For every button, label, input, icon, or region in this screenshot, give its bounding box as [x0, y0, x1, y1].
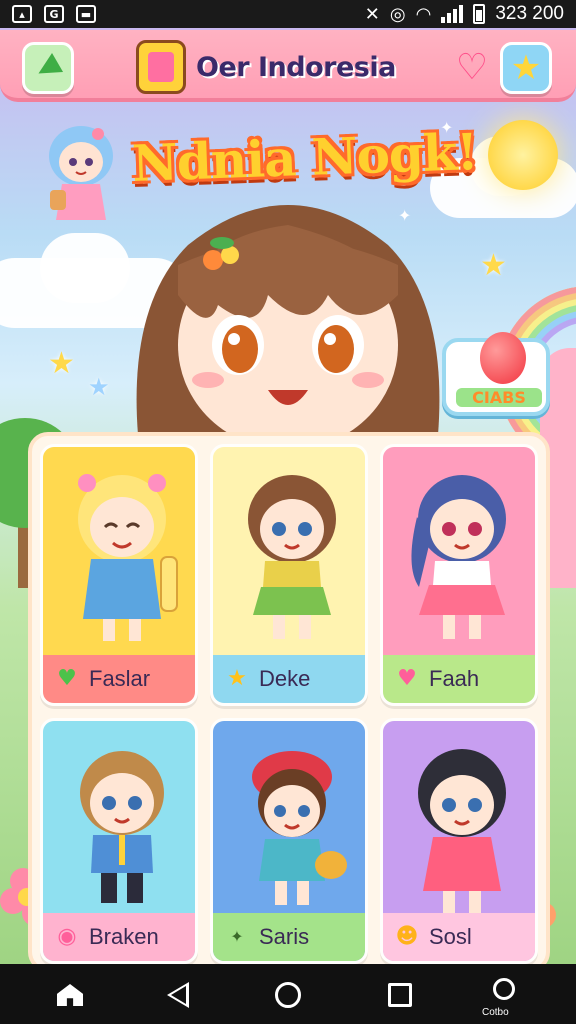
character-name-bar: ★ Deke [213, 655, 365, 703]
gift-box-icon [136, 40, 186, 94]
back-icon [167, 982, 189, 1008]
sun-icon: ☻ [395, 924, 419, 949]
character-card-braken[interactable]: ◉ Braken [40, 718, 198, 964]
character-card-faslar[interactable]: ♥ Faslar [40, 444, 198, 706]
character-card-faah[interactable]: ♥ Faah [380, 444, 538, 706]
favorite-button[interactable]: ★ [500, 42, 552, 94]
balloon-icon [480, 332, 526, 384]
back-arrow-icon [32, 52, 64, 84]
app-title: Oer Indoresia [196, 51, 396, 83]
character-art [248, 475, 336, 639]
image-icon: ▴ [12, 5, 32, 23]
star-icon: ★ [510, 48, 542, 88]
character-name-bar: ♥ Faslar [43, 655, 195, 703]
home-button[interactable] [50, 978, 90, 1012]
back-button[interactable] [22, 42, 74, 94]
character-card-deke[interactable]: ★ Deke [210, 444, 368, 706]
character-name-bar: ✦ Saris [213, 913, 365, 961]
recents-button[interactable] [380, 978, 420, 1012]
star-decoration: ★ [88, 373, 110, 401]
heart-icon: ♥ [397, 666, 417, 691]
character-card-saris[interactable]: ✦ Saris [210, 718, 368, 964]
character-art [80, 751, 164, 903]
heart-button[interactable]: ♡ [452, 48, 492, 88]
alarm-icon: ◎ [389, 3, 406, 24]
status-bar: ▴ G ▬ ✕ ◎ ◠ 323 200 [0, 0, 576, 28]
character-name: Faah [429, 666, 480, 691]
character-name: Sosl [429, 924, 472, 949]
assistant-icon [493, 978, 515, 1000]
heart-icon: ♥ [57, 666, 77, 691]
assistant-label: Cotbo [482, 1007, 509, 1018]
briefcase-icon: ▬ [76, 5, 96, 23]
character-name: Faslar [89, 666, 151, 691]
mascot-character [49, 126, 113, 220]
signal-icon [441, 5, 464, 23]
star-icon: ★ [227, 666, 247, 691]
home-circle-icon [275, 982, 301, 1008]
recents-icon [388, 983, 412, 1007]
home-circle-button[interactable] [268, 978, 308, 1012]
assistant-button[interactable] [484, 972, 524, 1006]
battery-icon [473, 4, 486, 24]
character-art [78, 474, 178, 641]
g-icon: G [44, 5, 64, 23]
back-nav-button[interactable] [158, 978, 198, 1012]
mute-icon: ✕ [364, 3, 380, 24]
character-name: Deke [259, 666, 311, 691]
app-title-group: Oer Indoresia [136, 40, 396, 94]
character-name-bar: ◉ Braken [43, 913, 195, 961]
character-art [418, 749, 506, 913]
home-icon [57, 984, 83, 1006]
character-name-bar: ♥ Faah [383, 655, 535, 703]
character-name: Saris [259, 924, 310, 949]
heart-icon: ♡ [455, 47, 489, 88]
status-time: 323 200 [495, 3, 564, 24]
promo-label: CIABS [456, 388, 542, 407]
wifi-icon: ◠ [415, 3, 432, 24]
top-bar: Oer Indoresia ♡ ★ [0, 30, 576, 102]
circle-icon: ◉ [57, 924, 77, 949]
hero-character [136, 205, 440, 450]
promo-card[interactable]: CIABS [442, 332, 550, 416]
banner-title: Ndnia Nogk! [131, 121, 479, 194]
star-decoration: ★ [480, 248, 507, 283]
character-name-bar: ☻ Sosl [383, 913, 535, 961]
character-name: Braken [89, 924, 159, 949]
character-art [252, 751, 347, 905]
character-art [411, 475, 506, 639]
sun-decoration [488, 120, 558, 190]
character-card-sosl[interactable]: ☻ Sosl [380, 718, 538, 964]
sparkle-icon: ✦ [230, 927, 244, 946]
star-decoration: ★ [48, 346, 75, 381]
